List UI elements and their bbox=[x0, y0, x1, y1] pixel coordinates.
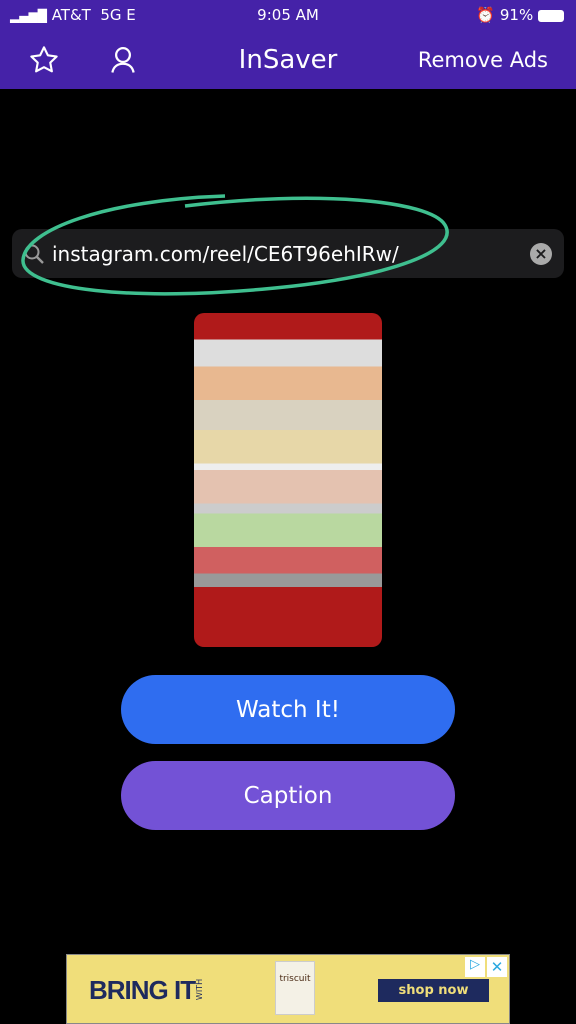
favorites-button[interactable] bbox=[28, 40, 60, 80]
battery-icon bbox=[538, 9, 564, 22]
caption-button[interactable]: Caption bbox=[121, 761, 455, 830]
clear-icon[interactable]: × bbox=[530, 242, 552, 265]
top-bar: ▂▄▆█ AT&T 5G E 9:05 AM ⏰ 91% InSaver Rem… bbox=[0, 0, 576, 89]
ad-banner[interactable]: BRING IT WITH triscuit shop now ▷ ✕ bbox=[66, 954, 510, 1024]
ad-close-icon[interactable]: ✕ bbox=[487, 957, 507, 977]
ad-product-image: triscuit bbox=[275, 961, 315, 1015]
status-battery: ⏰ 91% bbox=[476, 6, 564, 24]
ad-cta-button[interactable]: shop now bbox=[378, 979, 489, 1002]
remove-ads-button[interactable]: Remove Ads bbox=[418, 40, 548, 80]
user-icon bbox=[111, 47, 135, 73]
ad-headline: BRING IT bbox=[89, 975, 196, 1005]
watch-button[interactable]: Watch It! bbox=[121, 675, 455, 744]
alarm-icon: ⏰ bbox=[476, 6, 496, 24]
star-icon bbox=[30, 46, 58, 73]
profile-button[interactable] bbox=[108, 40, 138, 80]
adchoices-icon[interactable]: ▷ bbox=[465, 957, 485, 977]
ad-with: WITH bbox=[195, 978, 205, 1001]
annotation-circle bbox=[21, 194, 449, 296]
video-thumbnail[interactable] bbox=[194, 313, 382, 647]
